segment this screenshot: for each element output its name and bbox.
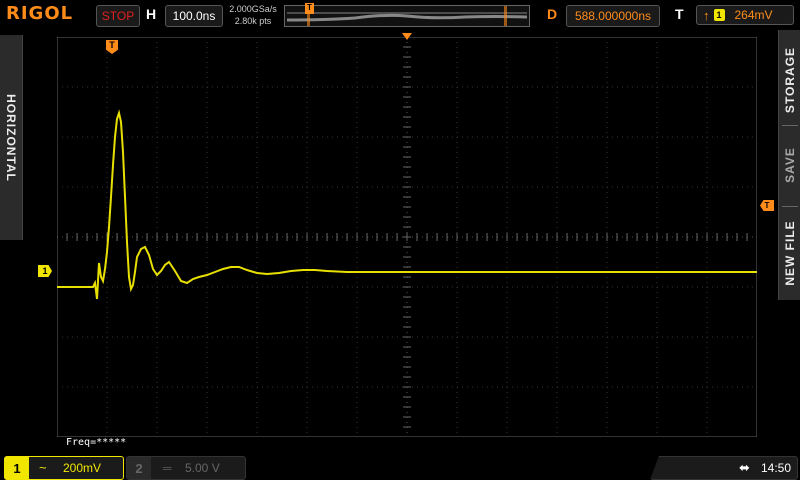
storage-menu-item[interactable]: STORAGE — [779, 40, 800, 120]
channel1-offset-marker[interactable]: 1 — [38, 265, 52, 277]
memory-overview-bar[interactable] — [284, 5, 530, 27]
channel1-tab[interactable]: 1 ~ 200mV — [4, 456, 124, 480]
top-bar: RIGOL STOP H 100.0ns 2.000GSa/s 2.80k pt… — [0, 0, 800, 30]
frequency-readout: Freq=***** — [66, 437, 127, 448]
channel2-number: 2 — [127, 457, 151, 479]
delay-value[interactable]: 588.000000ns — [566, 5, 660, 27]
memory-trigger-marker: T — [305, 3, 314, 14]
right-softkey-menu: STORAGE SAVE NEW FILE — [778, 30, 800, 300]
new-file-label: NEW FILE — [783, 219, 797, 286]
system-tray: ⬌ 14:50 — [650, 456, 798, 480]
rising-edge-icon: ↑ — [703, 7, 710, 23]
save-menu-item[interactable]: SAVE — [779, 130, 800, 200]
dc-coupling-icon: ═ — [163, 461, 172, 475]
delay-label: D — [547, 6, 558, 22]
memory-depth: 2.80k pts — [234, 16, 272, 26]
horizontal-tab-label: HORIZONTAL — [4, 93, 18, 182]
brand-logo: RIGOL — [6, 3, 74, 24]
memory-overview-waveform — [286, 6, 528, 26]
timebase-value[interactable]: 100.0ns — [165, 5, 223, 27]
clock: 14:50 — [761, 461, 792, 475]
usb-icon: ⬌ — [739, 460, 750, 475]
ac-coupling-icon: ~ — [39, 460, 47, 475]
channel1-number: 1 — [5, 457, 29, 479]
storage-label: STORAGE — [783, 46, 797, 114]
horizontal-label: H — [146, 6, 157, 22]
waveform-display[interactable] — [57, 37, 757, 437]
save-label: SAVE — [783, 147, 797, 183]
trigger-source-chip: 1 — [713, 9, 725, 21]
sample-info: 2.000GSa/s 2.80k pts — [228, 3, 278, 27]
channel2-tab[interactable]: 2 ═ 5.00 V — [126, 456, 246, 480]
trigger-level-marker[interactable]: T — [760, 200, 774, 211]
trigger-settings[interactable]: ↑ 1 264mV — [696, 5, 794, 25]
trigger-label: T — [675, 6, 684, 22]
bottom-bar: 1 ~ 200mV 2 ═ 5.00 V ⬌ 14:50 — [0, 454, 800, 480]
horizontal-center-marker — [402, 33, 412, 40]
new-file-menu-item[interactable]: NEW FILE — [779, 210, 800, 295]
menu-divider — [782, 125, 798, 126]
channel1-scale: 200mV — [63, 461, 102, 475]
trigger-level: 264mV — [734, 8, 773, 22]
sample-rate: 2.000GSa/s — [229, 4, 277, 14]
channel1-waveform — [57, 109, 757, 300]
menu-divider — [782, 206, 798, 207]
channel2-scale: 5.00 V — [185, 461, 220, 475]
horizontal-menu-tab[interactable]: HORIZONTAL — [0, 35, 23, 240]
run-stop-status[interactable]: STOP — [96, 5, 140, 27]
